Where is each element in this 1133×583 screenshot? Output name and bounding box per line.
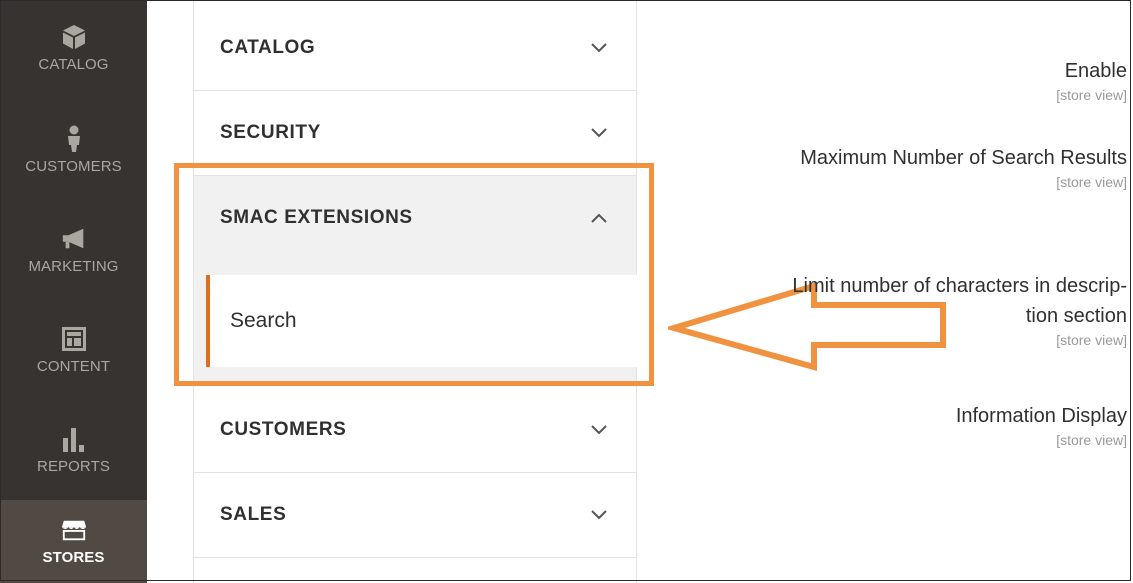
tab-catalog[interactable]: CATALOG bbox=[194, 6, 636, 91]
field-label-line1: Limit number of characters in descrip- bbox=[792, 275, 1127, 297]
field-limit-description-chars: Limit number of characters in descrip- t… bbox=[697, 271, 1127, 349]
field-label-line2: tion section bbox=[1025, 305, 1127, 327]
chevron-down-icon bbox=[591, 43, 607, 53]
menu-item-label: CATALOG bbox=[38, 55, 109, 73]
field-label: Enable bbox=[1064, 60, 1127, 82]
field-label: Information Display bbox=[955, 405, 1127, 427]
menu-item-label: STORES bbox=[42, 549, 105, 566]
chevron-up-icon bbox=[591, 213, 607, 223]
megaphone-icon bbox=[61, 226, 87, 252]
cube-icon bbox=[61, 24, 87, 50]
chevron-down-icon bbox=[591, 510, 607, 520]
tab-sales[interactable]: SALES bbox=[194, 473, 636, 558]
field-scope: [store view] bbox=[1056, 332, 1127, 348]
menu-item-customers[interactable]: CUSTOMERS bbox=[0, 100, 147, 200]
tab-title: SMAC EXTENSIONS bbox=[220, 207, 413, 228]
tab-title: SECURITY bbox=[220, 122, 321, 143]
chevron-down-icon bbox=[591, 425, 607, 435]
field-max-search-results: Maximum Number of Search Results [store … bbox=[687, 143, 1127, 191]
menu-item-label: CONTENT bbox=[36, 357, 111, 375]
field-enable: Enable [store view] bbox=[687, 56, 1127, 104]
menu-item-catalog[interactable]: CATALOG bbox=[0, 0, 147, 96]
field-scope: [store view] bbox=[1056, 432, 1127, 448]
menu-item-reports[interactable]: REPORTS bbox=[0, 400, 147, 500]
menu-item-stores[interactable]: STORES bbox=[0, 500, 147, 583]
menu-item-marketing[interactable]: MARKETING bbox=[0, 200, 147, 300]
storefront-icon bbox=[61, 517, 87, 543]
tab-title: SALES bbox=[220, 504, 287, 525]
menu-item-label: MARKETING bbox=[28, 257, 119, 275]
tab-title: CUSTOMERS bbox=[220, 419, 347, 440]
menu-item-label: CUSTOMERS bbox=[25, 157, 122, 175]
menu-item-label: REPORTS bbox=[37, 457, 110, 475]
tab-item-search[interactable]: Search bbox=[206, 275, 640, 367]
field-scope: [store view] bbox=[1056, 87, 1127, 103]
tab-title: CATALOG bbox=[220, 37, 316, 58]
bar-chart-icon bbox=[61, 426, 87, 452]
tab-customers[interactable]: CUSTOMERS bbox=[194, 388, 636, 473]
layout-icon bbox=[61, 326, 87, 352]
field-scope: [store view] bbox=[1056, 174, 1127, 190]
tab-item-label: Search bbox=[230, 309, 297, 332]
config-tabs: CATALOG SECURITY SMAC EXTENSIONS Search … bbox=[193, 0, 640, 583]
person-icon bbox=[61, 125, 87, 152]
menu-item-content[interactable]: CONTENT bbox=[0, 300, 147, 400]
chevron-down-icon bbox=[591, 128, 607, 138]
tab-smac-extensions[interactable]: SMAC EXTENSIONS bbox=[194, 176, 636, 260]
admin-menu: CATALOG CUSTOMERS MARKETING CONTENT REPO… bbox=[0, 0, 147, 583]
field-label: Maximum Number of Search Results bbox=[800, 147, 1127, 169]
tab-security[interactable]: SECURITY bbox=[194, 91, 636, 176]
field-information-display: Information Display [store view] bbox=[687, 401, 1127, 449]
